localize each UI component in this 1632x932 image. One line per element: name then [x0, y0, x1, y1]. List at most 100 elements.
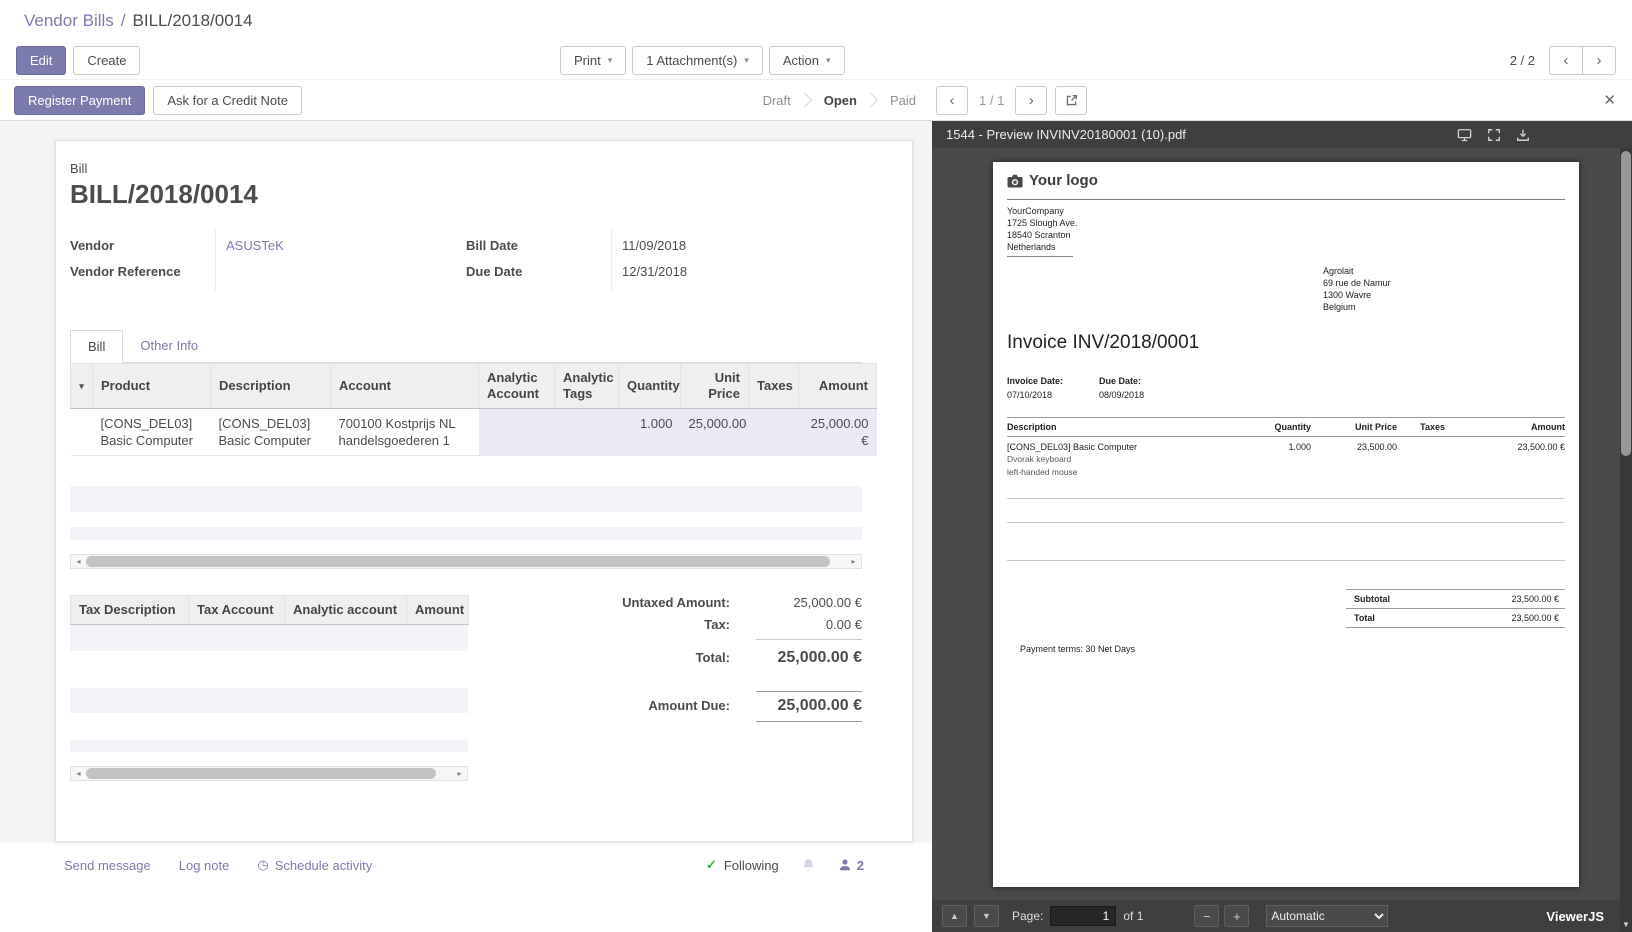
- company-rule: [1007, 256, 1073, 257]
- previous-page-button[interactable]: ▲: [942, 905, 967, 927]
- doc-col-unit-price: Unit Price: [1311, 422, 1397, 432]
- pager-count: 2 / 2: [1510, 53, 1535, 68]
- action-dropdown[interactable]: Action ▾: [769, 46, 845, 75]
- col-quantity[interactable]: Quantity: [619, 364, 681, 409]
- followers-button[interactable]: 2: [838, 858, 864, 873]
- status-step-draft[interactable]: Draft: [759, 93, 795, 108]
- tab-other-info[interactable]: Other Info: [123, 330, 215, 362]
- scroll-left-icon[interactable]: ◂: [71, 769, 86, 778]
- scrollbar-down-icon[interactable]: ▼: [1620, 920, 1632, 929]
- empty-row: [70, 486, 862, 512]
- download-icon[interactable]: [1516, 128, 1530, 142]
- invoice-date-label: Invoice Date:: [1007, 376, 1063, 386]
- empty-row: [70, 651, 468, 688]
- status-step-open[interactable]: Open: [820, 93, 861, 108]
- bill-form-body: Bill BILL/2018/0014 Vendor ASUSTeK Vendo…: [56, 141, 912, 841]
- invoice-totals-box: Subtotal 23,500.00 € Total 23,500.00 €: [1346, 589, 1565, 628]
- lines-horizontal-scrollbar[interactable]: ◂ ▸: [70, 554, 862, 569]
- totals-block: Untaxed Amount: 25,000.00 € Tax: 0.00 € …: [552, 595, 862, 781]
- next-page-button[interactable]: ▼: [974, 905, 999, 927]
- invoice-table-header: Description Quantity Unit Price Taxes Am…: [1007, 417, 1565, 437]
- col-unit-price[interactable]: Unit Price: [681, 364, 749, 409]
- tab-bill[interactable]: Bill: [70, 330, 123, 363]
- record-pager: 2 / 2 ‹ ›: [1510, 42, 1616, 79]
- edit-button[interactable]: Edit: [16, 46, 66, 75]
- company-street: 1725 Slough Ave.: [1007, 217, 1077, 229]
- close-preview-button[interactable]: ✕: [1603, 80, 1616, 120]
- vendor-label: Vendor: [70, 238, 215, 253]
- field-column-right: Bill Date 11/09/2018 Due Date 12/31/2018: [466, 232, 862, 284]
- schedule-activity-button[interactable]: ◷ Schedule activity: [257, 857, 372, 873]
- scrollbar-thumb[interactable]: [86, 768, 436, 779]
- print-dropdown[interactable]: Print ▾: [560, 46, 626, 75]
- following-button[interactable]: ✓ Following: [706, 857, 779, 873]
- col-analytic-account[interactable]: Analytic account: [285, 596, 407, 625]
- amount-due-row: Amount Due: 25,000.00 €: [552, 691, 862, 722]
- pager-previous-button[interactable]: ‹: [1549, 46, 1583, 75]
- zoom-out-button[interactable]: −: [1194, 905, 1219, 927]
- log-note-button[interactable]: Log note: [179, 858, 230, 873]
- payment-terms: Payment terms: 30 Net Days: [1020, 644, 1135, 654]
- header-rule: [1007, 199, 1565, 200]
- zoom-in-button[interactable]: +: [1224, 905, 1249, 927]
- customer-country: Belgium: [1323, 301, 1391, 313]
- page-label: Page:: [1012, 909, 1043, 923]
- pager-next-button[interactable]: ›: [1582, 46, 1616, 75]
- pdf-scroll-area[interactable]: Your logo YourCompany 1725 Slough Ave. 1…: [932, 148, 1620, 900]
- due-date-label: Due Date: [466, 264, 611, 279]
- ask-credit-note-button[interactable]: Ask for a Credit Note: [153, 86, 302, 115]
- col-account[interactable]: Account: [331, 364, 479, 409]
- presentation-icon[interactable]: [1457, 128, 1472, 142]
- doc-line-amount: 23,500.00 €: [1445, 442, 1565, 452]
- line-separator: [1007, 498, 1565, 499]
- zoom-controls: − +: [1194, 905, 1249, 927]
- total-label: Total:: [696, 650, 730, 665]
- scroll-left-icon[interactable]: ◂: [71, 557, 86, 566]
- pdf-header-icons: [1457, 128, 1530, 142]
- doc-col-description: Description: [1007, 422, 1247, 432]
- bell-icon[interactable]: [801, 858, 816, 873]
- column-sort-toggle[interactable]: ▾: [71, 364, 93, 409]
- tax-horizontal-scrollbar[interactable]: ◂ ▸: [70, 766, 468, 781]
- col-description[interactable]: Description: [211, 364, 331, 409]
- scroll-right-icon[interactable]: ▸: [846, 557, 861, 566]
- col-tax-description[interactable]: Tax Description: [71, 596, 189, 625]
- col-product[interactable]: Product: [93, 364, 211, 409]
- register-payment-button[interactable]: Register Payment: [14, 86, 145, 115]
- chevron-right-icon: ›: [1029, 93, 1034, 108]
- invoice-line-row[interactable]: [CONS_DEL03] Basic Computer [CONS_DEL03]…: [71, 409, 877, 456]
- vendor-value[interactable]: ASUSTeK: [215, 238, 284, 253]
- col-taxes[interactable]: Taxes: [749, 364, 799, 409]
- invoice-date-block: Invoice Date: 07/10/2018: [1007, 376, 1063, 400]
- scrollbar-thumb[interactable]: [1621, 151, 1631, 456]
- open-attachment-button[interactable]: [1055, 86, 1087, 115]
- col-amount[interactable]: Amount: [799, 364, 877, 409]
- col-analytic-account[interactable]: Analytic Account: [479, 364, 555, 409]
- lower-section: Tax Description Tax Account Analytic acc…: [70, 595, 862, 781]
- zoom-mode-select[interactable]: Automatic: [1266, 905, 1388, 927]
- doc-line-unit-price: 23,500.00: [1311, 442, 1397, 452]
- scrollbar-thumb[interactable]: [86, 556, 830, 567]
- page-number-input[interactable]: [1050, 906, 1116, 926]
- fullscreen-icon[interactable]: [1487, 128, 1501, 142]
- attachments-dropdown[interactable]: 1 Attachment(s) ▾: [632, 46, 763, 75]
- status-step-paid[interactable]: Paid: [886, 93, 920, 108]
- attachment-previous-button[interactable]: ‹: [936, 86, 968, 115]
- breadcrumb-vendor-bills[interactable]: Vendor Bills: [24, 11, 114, 31]
- create-button[interactable]: Create: [73, 46, 140, 75]
- col-tax-account[interactable]: Tax Account: [189, 596, 285, 625]
- scroll-right-icon[interactable]: ▸: [452, 769, 467, 778]
- pdf-vertical-scrollbar[interactable]: ▼: [1620, 148, 1632, 932]
- empty-row: [70, 688, 468, 713]
- send-message-button[interactable]: Send message: [64, 858, 151, 873]
- col-analytic-tags[interactable]: Analytic Tags: [555, 364, 619, 409]
- bill-form-card: Bill BILL/2018/0014 Vendor ASUSTeK Vendo…: [55, 140, 913, 842]
- pdf-header: 1544 - Preview INVINV20180001 (10).pdf: [932, 121, 1632, 148]
- form-area: Bill BILL/2018/0014 Vendor ASUSTeK Vendo…: [0, 121, 932, 932]
- control-bar: Edit Create Print ▾ 1 Attachment(s) ▾ Ac…: [0, 42, 1632, 79]
- empty-row: [70, 713, 468, 740]
- attachment-next-button[interactable]: ›: [1015, 86, 1047, 115]
- row-handle-cell: [71, 409, 93, 456]
- cell-description: [CONS_DEL03] Basic Computer: [211, 409, 331, 456]
- col-tax-amount[interactable]: Amount: [407, 596, 469, 625]
